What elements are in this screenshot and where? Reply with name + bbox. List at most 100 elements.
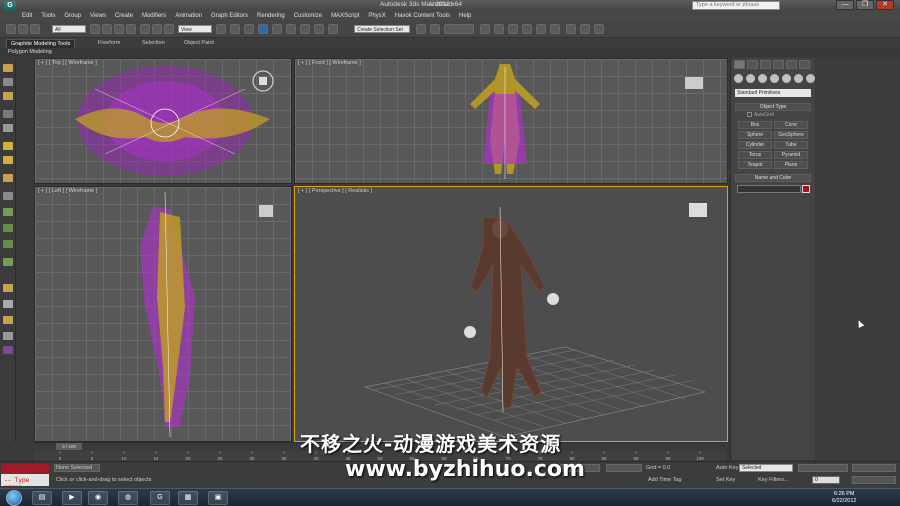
modify-tab-icon[interactable]: [747, 60, 758, 69]
object-name-field[interactable]: [737, 185, 801, 193]
mirror-icon[interactable]: [328, 24, 338, 34]
minimize-button[interactable]: —: [836, 0, 854, 10]
name-color-rollout[interactable]: Name and Color: [735, 174, 811, 182]
explorer-icon[interactable]: ▤: [32, 491, 52, 505]
viewport-nav-controls[interactable]: [852, 464, 896, 472]
hierarchy-tab-icon[interactable]: [760, 60, 771, 69]
keyboard-shortcut-icon[interactable]: [244, 24, 254, 34]
tool-icon[interactable]: [3, 64, 13, 72]
3dsmax-icon[interactable]: G: [150, 491, 170, 505]
select-manipulate-icon[interactable]: [230, 24, 240, 34]
tab-object-paint[interactable]: Object Paint: [184, 40, 214, 46]
scale-icon[interactable]: [164, 24, 174, 34]
menu-create[interactable]: Create: [115, 13, 133, 19]
snap-toggle-icon[interactable]: [258, 24, 268, 34]
system-clock[interactable]: 6:26 PM 6/22/2012: [832, 491, 856, 505]
pivot-icon[interactable]: [216, 24, 226, 34]
align-icon[interactable]: [416, 24, 426, 34]
menu-help[interactable]: Help: [459, 13, 471, 19]
select-by-name-icon[interactable]: [102, 24, 112, 34]
space-warps-icon[interactable]: [794, 74, 803, 83]
tool-icon[interactable]: [3, 92, 13, 100]
tool-icon[interactable]: [3, 258, 13, 266]
menu-tools[interactable]: Tools: [41, 13, 55, 19]
coord-system-dropdown[interactable]: View: [178, 25, 212, 33]
auto-key-button[interactable]: Auto Key: [716, 465, 738, 471]
create-tab-icon[interactable]: [734, 60, 745, 69]
app-icon[interactable]: ▣: [208, 491, 228, 505]
tool-icon[interactable]: [3, 346, 13, 354]
tool-icon[interactable]: [3, 332, 13, 340]
playback-controls[interactable]: [798, 464, 848, 472]
sphere-button[interactable]: Sphere: [738, 131, 772, 139]
rendered-frame-icon[interactable]: [536, 24, 546, 34]
menu-modifiers[interactable]: Modifiers: [142, 13, 166, 19]
tool-icon[interactable]: [3, 78, 13, 86]
maxscript-listener[interactable]: -- Type error: [1, 464, 49, 491]
key-mode-dropdown[interactable]: Selected: [739, 464, 793, 472]
teapot-render-icon[interactable]: [566, 24, 576, 34]
window-crossing-icon[interactable]: [126, 24, 136, 34]
media-player-icon[interactable]: ▶: [62, 491, 82, 505]
tool-icon[interactable]: [3, 240, 13, 248]
link-icon[interactable]: [30, 24, 40, 34]
schematic-view-icon[interactable]: [494, 24, 504, 34]
layer-manager-icon[interactable]: [430, 24, 440, 34]
activeshade-icon[interactable]: [594, 24, 604, 34]
menu-rendering[interactable]: Rendering: [257, 13, 285, 19]
geosphere-button[interactable]: GeoSphere: [774, 131, 808, 139]
move-icon[interactable]: [140, 24, 150, 34]
redo-icon[interactable]: [18, 24, 28, 34]
material-editor-icon[interactable]: [508, 24, 518, 34]
lights-icon[interactable]: [758, 74, 767, 83]
select-object-icon[interactable]: [90, 24, 100, 34]
menu-animation[interactable]: Animation: [175, 13, 202, 19]
named-selection-dropdown[interactable]: Create Selection Set: [354, 25, 410, 33]
tool-icon[interactable]: [3, 192, 13, 200]
chrome-icon[interactable]: ◉: [88, 491, 108, 505]
viewport-nav-controls-2[interactable]: [852, 476, 896, 484]
undo-icon[interactable]: [6, 24, 16, 34]
pyramid-button[interactable]: Pyramid: [774, 151, 808, 159]
viewport-perspective[interactable]: [ + ] [ Perspective ] [ Realistic ]: [294, 186, 728, 442]
viewport-front[interactable]: [ + ] [ Front ] [ Wireframe ]: [294, 58, 728, 184]
tool-icon[interactable]: [3, 300, 13, 308]
cylinder-button[interactable]: Cylinder: [738, 141, 772, 149]
3dmax-morpher-icon[interactable]: [444, 24, 474, 34]
tool-icon[interactable]: [3, 208, 13, 216]
menu-group[interactable]: Group: [64, 13, 81, 19]
tool-icon[interactable]: [3, 224, 13, 232]
search-input[interactable]: Type a keyword or phrase: [692, 1, 780, 10]
render-icon[interactable]: [550, 24, 560, 34]
tube-button[interactable]: Tube: [774, 141, 808, 149]
tool-icon[interactable]: [3, 316, 13, 324]
menu-graph-editors[interactable]: Graph Editors: [211, 13, 248, 19]
category-dropdown[interactable]: Standard Primitives: [735, 89, 811, 97]
menu-physx[interactable]: PhysX: [368, 13, 385, 19]
cameras-icon[interactable]: [770, 74, 779, 83]
spinner-snap-icon[interactable]: [300, 24, 310, 34]
viewport-top[interactable]: [ + ] [ Top ] [ Wireframe ]: [34, 58, 292, 184]
cone-button[interactable]: Cone: [774, 121, 808, 129]
motion-tab-icon[interactable]: [773, 60, 784, 69]
shapes-icon[interactable]: [746, 74, 755, 83]
menu-customize[interactable]: Customize: [294, 13, 322, 19]
teapot-button[interactable]: Teapot: [738, 161, 772, 169]
film-icon[interactable]: ▦: [178, 491, 198, 505]
menu-views[interactable]: Views: [90, 13, 106, 19]
polygon-modeling-label[interactable]: Polygon Modeling: [8, 49, 52, 55]
object-color-swatch[interactable]: [802, 185, 810, 193]
angle-snap-icon[interactable]: [272, 24, 282, 34]
viewport-left[interactable]: [ + ] [ Left ] [ Wireframe ]: [34, 186, 292, 442]
y-coord-field[interactable]: [606, 464, 642, 472]
start-button[interactable]: [6, 490, 22, 506]
menu-edit[interactable]: Edit: [22, 13, 32, 19]
selection-filter-dropdown[interactable]: All: [52, 25, 86, 33]
autogrid-checkbox[interactable]: AutoGrid: [747, 112, 774, 118]
geometry-icon[interactable]: [734, 74, 743, 83]
key-filters-button[interactable]: Key Filters...: [758, 477, 789, 483]
menu-maxscript[interactable]: MAXScript: [331, 13, 359, 19]
helpers-icon[interactable]: [782, 74, 791, 83]
add-time-tag[interactable]: Add Time Tag: [648, 477, 682, 483]
tool-icon[interactable]: [3, 284, 13, 292]
